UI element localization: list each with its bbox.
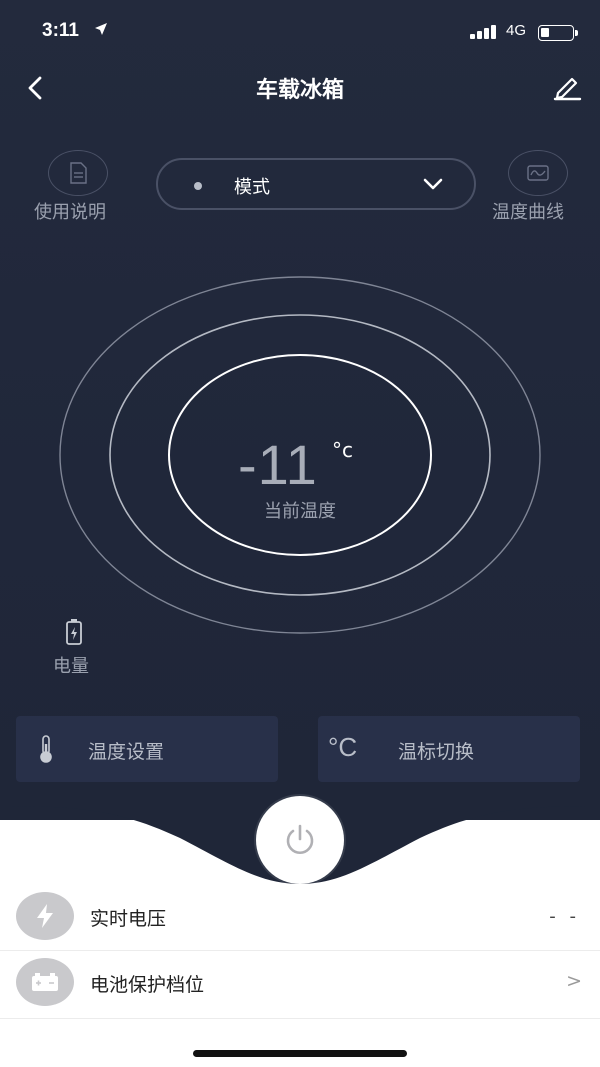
divider bbox=[0, 950, 600, 951]
mode-select[interactable]: 模式 bbox=[156, 158, 476, 210]
wave-chart-icon bbox=[527, 165, 549, 181]
current-temperature-value: -11 bbox=[238, 433, 318, 496]
page-title: 车载冰箱 bbox=[255, 78, 344, 103]
power-icon bbox=[286, 824, 314, 854]
current-temperature-label: 当前温度 bbox=[264, 501, 336, 522]
status-battery-icon bbox=[538, 25, 578, 41]
divider bbox=[0, 1018, 600, 1019]
temperature-curve-button[interactable] bbox=[508, 150, 568, 196]
chevron-down-icon bbox=[423, 178, 443, 190]
unit-switch-card[interactable]: 温标切换 bbox=[318, 716, 580, 782]
document-icon bbox=[70, 162, 87, 184]
temperature-setting-label: 温度设置 bbox=[88, 741, 165, 763]
list-item-battery-protection[interactable]: 电池保护档位 > bbox=[0, 954, 600, 1020]
status-time: 3:11 bbox=[42, 20, 79, 41]
mode-dot bbox=[194, 182, 202, 190]
battery-icon bbox=[66, 619, 82, 645]
power-button[interactable] bbox=[256, 796, 344, 884]
mode-label: 模式 bbox=[234, 177, 270, 198]
battery-label: 电量 bbox=[53, 656, 89, 677]
unit-switch-label: 温标切换 bbox=[398, 741, 475, 763]
voltage-value: - - bbox=[549, 906, 580, 927]
location-arrow-icon bbox=[95, 23, 107, 35]
celsius-icon: °C bbox=[328, 732, 358, 762]
network-type: 4G bbox=[506, 22, 527, 39]
manual-label[interactable]: 使用说明 bbox=[34, 198, 106, 224]
home-indicator bbox=[193, 1050, 407, 1057]
temperature-setting-card[interactable]: 温度设置 bbox=[16, 716, 278, 782]
pencil-icon[interactable] bbox=[552, 72, 582, 102]
voltage-label: 实时电压 bbox=[90, 908, 167, 930]
list-item-voltage: 实时电压 - - bbox=[0, 888, 600, 954]
temperature-curve-label[interactable]: 温度曲线 bbox=[492, 198, 564, 224]
lightning-icon bbox=[16, 892, 74, 940]
chevron-right-icon: > bbox=[566, 970, 582, 992]
battery-protection-label: 电池保护档位 bbox=[90, 974, 205, 996]
manual-button[interactable] bbox=[48, 150, 108, 196]
thermometer-icon bbox=[40, 735, 52, 763]
car-battery-icon bbox=[16, 958, 74, 1006]
temperature-unit: °c bbox=[332, 438, 353, 462]
signal-icon bbox=[470, 25, 498, 39]
status-bar: 3:11 4G bbox=[0, 0, 600, 62]
